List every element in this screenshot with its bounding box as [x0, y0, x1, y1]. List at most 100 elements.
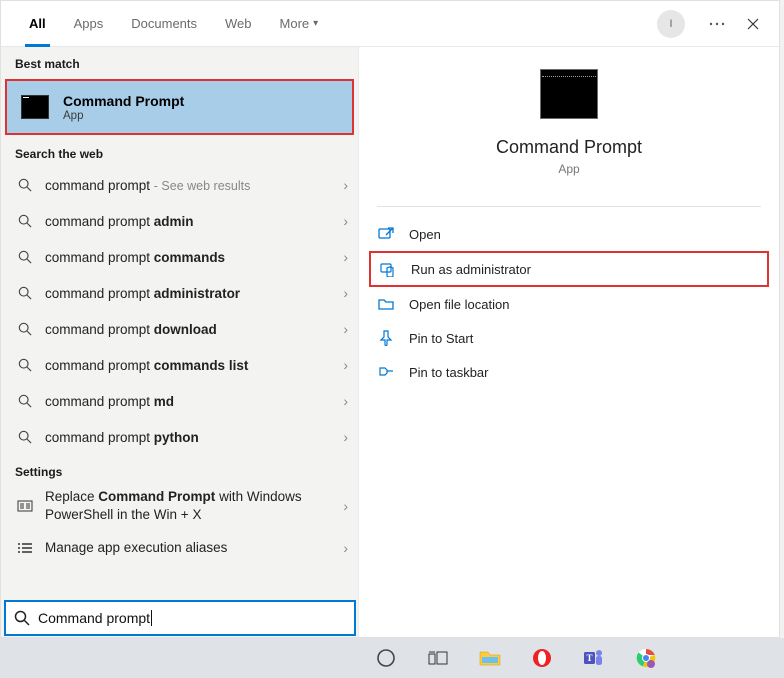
settings-row[interactable]: Manage app execution aliases› — [1, 527, 358, 569]
preview-title: Command Prompt — [496, 137, 642, 158]
results-column: Best match Command Prompt App Search the… — [1, 47, 359, 637]
content-row: Best match Command Prompt App Search the… — [1, 47, 779, 637]
web-result-row[interactable]: command prompt commands list› — [1, 347, 358, 383]
taskbar: T — [0, 638, 784, 678]
close-button[interactable] — [737, 8, 769, 40]
action-open[interactable]: Open — [369, 217, 769, 251]
action-label: Open — [409, 227, 441, 242]
section-search-web: Search the web — [1, 137, 358, 167]
chevron-right-icon: › — [343, 177, 348, 193]
chevron-right-icon: › — [343, 285, 348, 301]
tab-documents[interactable]: Documents — [117, 1, 211, 47]
ellipsis-icon — [709, 22, 725, 26]
web-result-text: command prompt commands list — [45, 358, 343, 373]
tab-all[interactable]: All — [15, 1, 60, 47]
action-run-as-administrator[interactable]: Run as administrator — [369, 251, 769, 287]
action-label: Pin to Start — [409, 331, 473, 346]
taskbar-teams[interactable]: T — [580, 644, 608, 672]
taskbar-cortana[interactable] — [372, 644, 400, 672]
avatar-initials: I — [669, 18, 672, 30]
web-result-row[interactable]: command prompt commands› — [1, 239, 358, 275]
action-label: Open file location — [409, 297, 509, 312]
web-result-text: command prompt admin — [45, 214, 343, 229]
settings-item-text: Replace Command Prompt with Windows Powe… — [45, 488, 343, 523]
web-result-row[interactable]: command prompt download› — [1, 311, 358, 347]
more-options-button[interactable] — [701, 8, 733, 40]
tab-documents-label: Documents — [131, 16, 197, 31]
chevron-down-icon: ▾ — [313, 18, 318, 29]
text-cursor — [151, 610, 152, 626]
avatar[interactable]: I — [657, 10, 685, 38]
taskbar-task-view[interactable] — [424, 644, 452, 672]
best-match-sub: App — [63, 110, 184, 122]
folder-icon — [373, 297, 399, 311]
search-icon — [15, 322, 35, 336]
opera-icon — [532, 648, 552, 668]
web-result-text: command prompt download — [45, 322, 343, 337]
web-result-text: command prompt commands — [45, 250, 343, 265]
section-best-match: Best match — [1, 47, 358, 77]
taskbar-file-explorer[interactable] — [476, 644, 504, 672]
tab-more[interactable]: More▾ — [266, 1, 333, 47]
section-settings: Settings — [1, 455, 358, 485]
action-label: Pin to taskbar — [409, 365, 489, 380]
search-window: All Apps Documents Web More▾ I Best matc… — [0, 0, 780, 638]
preview-app-icon — [540, 69, 598, 119]
best-match-title: Command Prompt — [63, 93, 184, 109]
chevron-right-icon: › — [343, 429, 348, 445]
web-result-row[interactable]: command prompt python› — [1, 419, 358, 455]
chevron-right-icon: › — [343, 249, 348, 265]
tab-apps[interactable]: Apps — [60, 1, 118, 47]
chevron-right-icon: › — [343, 498, 348, 514]
web-result-row[interactable]: command prompt admin› — [1, 203, 358, 239]
settings-item-icon — [15, 542, 35, 554]
task-view-icon — [428, 650, 448, 666]
chevron-right-icon: › — [343, 321, 348, 337]
web-result-row[interactable]: command prompt - See web results› — [1, 167, 358, 203]
preview-area: Command Prompt App — [359, 69, 779, 196]
settings-item-text: Manage app execution aliases — [45, 539, 343, 557]
open-icon — [373, 227, 399, 241]
search-icon — [15, 358, 35, 372]
svg-text:T: T — [586, 653, 592, 663]
action-pin-to-taskbar[interactable]: Pin to taskbar — [369, 355, 769, 389]
web-result-text: command prompt md — [45, 394, 343, 409]
search-icon — [15, 214, 35, 228]
search-icon — [14, 610, 30, 626]
divider — [377, 206, 761, 207]
web-result-row[interactable]: command prompt administrator› — [1, 275, 358, 311]
tab-more-label: More — [280, 16, 310, 31]
tab-web[interactable]: Web — [211, 1, 266, 47]
preview-column: Command Prompt App Open Run as administra… — [359, 47, 779, 637]
pin-start-icon — [373, 330, 399, 346]
admin-icon — [375, 261, 401, 277]
settings-row[interactable]: Replace Command Prompt with Windows Powe… — [1, 485, 358, 527]
tab-apps-label: Apps — [74, 16, 104, 31]
action-list: Open Run as administrator Open file locati… — [359, 217, 779, 389]
tab-web-label: Web — [225, 16, 252, 31]
preview-sub: App — [558, 162, 579, 176]
web-result-row[interactable]: command prompt md› — [1, 383, 358, 419]
tab-all-label: All — [29, 16, 46, 31]
best-match-item[interactable]: Command Prompt App — [5, 79, 354, 135]
chevron-right-icon: › — [343, 393, 348, 409]
chevron-right-icon: › — [343, 213, 348, 229]
taskbar-chrome[interactable] — [632, 644, 660, 672]
web-result-text: command prompt python — [45, 430, 343, 445]
command-prompt-icon — [21, 95, 49, 119]
action-open-file-location[interactable]: Open file location — [369, 287, 769, 321]
search-icon — [15, 250, 35, 264]
taskbar-opera[interactable] — [528, 644, 556, 672]
search-input[interactable]: Command prompt — [4, 600, 356, 636]
action-pin-to-start[interactable]: Pin to Start — [369, 321, 769, 355]
search-icon — [15, 178, 35, 192]
cortana-icon — [376, 648, 396, 668]
chevron-right-icon: › — [343, 540, 348, 556]
action-label: Run as administrator — [411, 262, 531, 277]
folder-icon — [479, 649, 501, 667]
pin-taskbar-icon — [373, 365, 399, 379]
search-icon — [15, 394, 35, 408]
web-results-list: command prompt - See web results›command… — [1, 167, 358, 455]
search-icon — [15, 286, 35, 300]
close-icon — [747, 18, 759, 30]
